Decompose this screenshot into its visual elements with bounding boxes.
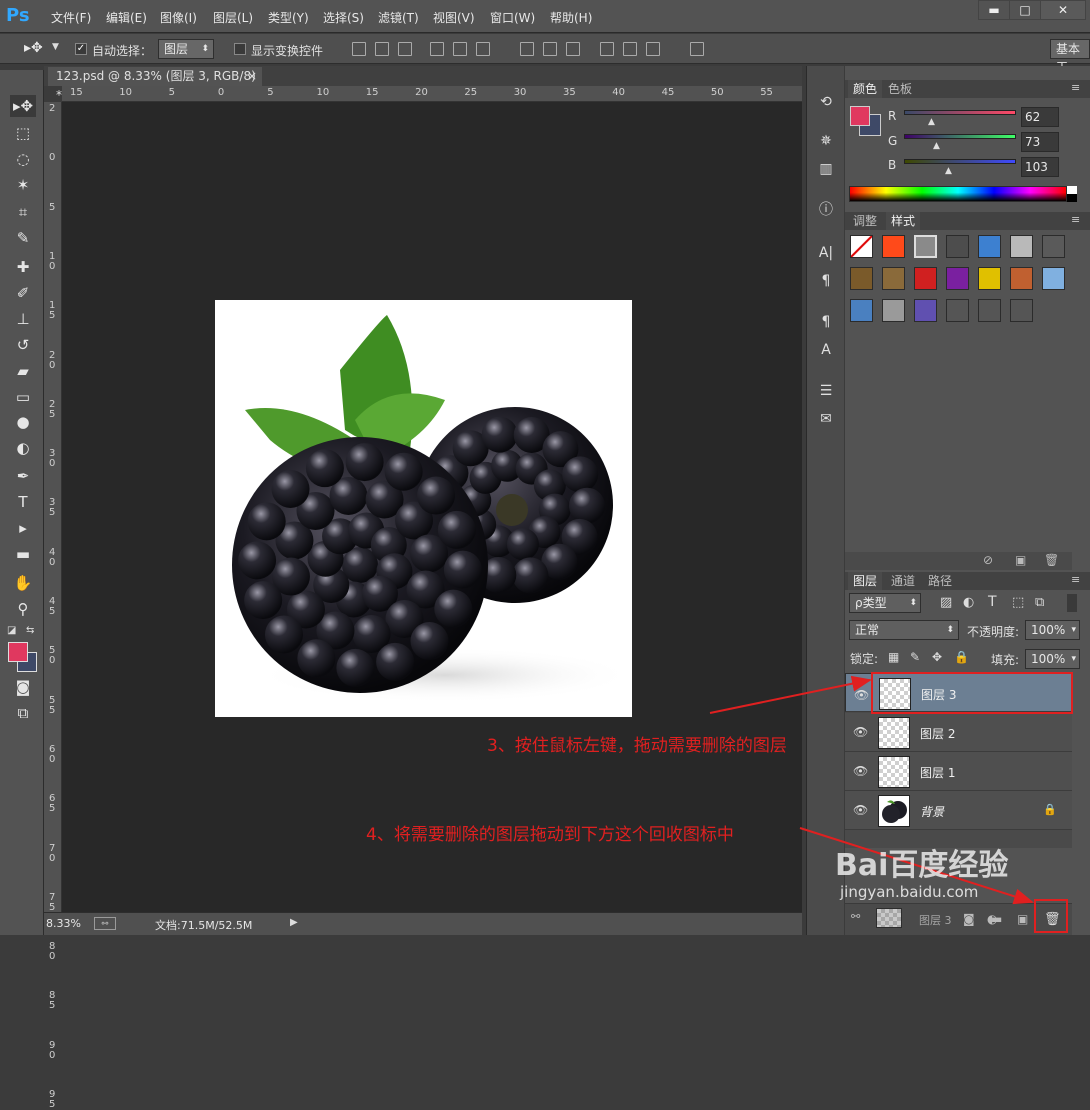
annotation-arrows — [709, 675, 1034, 905]
baidu-watermark-logo: Bai百度经验 — [835, 848, 1009, 883]
ruler-v-label: 9 5 — [49, 1089, 56, 1110]
baidu-watermark-url: jingyan.baidu.com — [840, 883, 979, 901]
annotation-step3: 3、按住鼠标左键，拖动需要删除的图层 — [487, 736, 787, 756]
ruler-v-label: 8 0 — [49, 941, 56, 963]
ruler-v-label: 8 5 — [49, 990, 56, 1012]
ruler-v-label: 9 0 — [49, 1039, 56, 1061]
annotation-step4: 4、将需要删除的图层拖动到下方这个回收图标中 — [366, 825, 734, 845]
arrow-to-layer3 — [709, 675, 872, 714]
